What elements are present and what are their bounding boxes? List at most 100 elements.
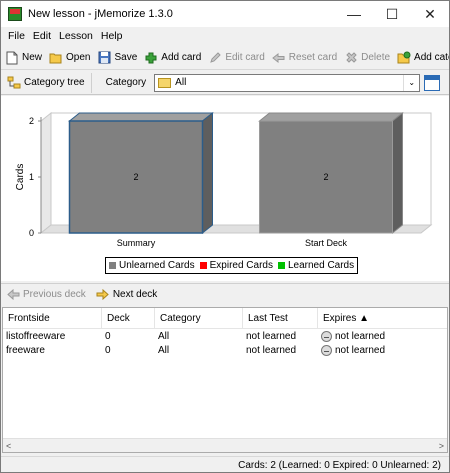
menu-bar: File Edit Lesson Help: [1, 27, 449, 45]
reset-card-label: Reset card: [288, 52, 338, 63]
scroll-right-arrow[interactable]: >: [439, 441, 444, 451]
reset-arrow-icon: [272, 51, 286, 65]
cell-deck: 0: [105, 344, 111, 356]
edit-card-label: Edit card: [225, 52, 265, 63]
window-title: New lesson - jMemorize 1.3.0: [28, 8, 173, 20]
card-table: Frontside Deck Category Last Test Expire…: [2, 307, 448, 453]
legend-item-expired: Expired Cards: [199, 260, 273, 271]
column-header-frontside[interactable]: Frontside: [3, 308, 102, 329]
bar-top: [258, 112, 404, 122]
menu-lesson[interactable]: Lesson: [55, 30, 97, 42]
close-button[interactable]: ✕: [411, 1, 449, 27]
plus-icon: [144, 51, 158, 65]
legend-item-unlearned: Unlearned Cards: [109, 260, 195, 271]
tree-icon: [7, 76, 21, 90]
delete-button[interactable]: Delete: [344, 51, 390, 65]
category-label: Category: [105, 77, 147, 88]
cell-last-test: not learned: [246, 330, 297, 342]
new-button[interactable]: New: [5, 51, 42, 65]
open-folder-icon: [49, 51, 63, 65]
legend-swatch-unlearned: [109, 262, 116, 269]
cell-last-test: not learned: [246, 344, 297, 356]
column-header-expires[interactable]: Expires ▲: [318, 308, 447, 329]
add-card-button[interactable]: Add card: [144, 51, 201, 65]
scroll-left-arrow[interactable]: <: [6, 441, 11, 451]
cell-category: All: [158, 330, 170, 342]
app-icon: [8, 7, 22, 21]
category-selected-value: All: [175, 77, 187, 88]
horizontal-scrollbar[interactable]: < >: [3, 438, 447, 452]
legend-swatch-learned: [277, 262, 285, 269]
cell-frontside: listoffreeware: [6, 330, 66, 342]
delete-label: Delete: [361, 52, 391, 63]
y-tick-label: 2: [29, 116, 34, 126]
title-bar: New lesson - jMemorize 1.3.0 — ☐ ✕: [1, 1, 449, 27]
cell-expires-text: not learned: [335, 344, 386, 356]
previous-deck-label: Previous deck: [23, 289, 86, 300]
bar-side: [202, 111, 213, 235]
column-header-last-test[interactable]: Last Test: [243, 308, 318, 329]
save-button[interactable]: Save: [97, 51, 137, 65]
chart-legend: Unlearned Cards Expired Cards Learned Ca…: [105, 257, 359, 274]
category-tree-label: Category tree: [24, 77, 85, 88]
deck-chart: 0 1 2 Cards 2 Summary 2 Start Deck: [15, 111, 433, 248]
bar-data-label: 2: [133, 172, 138, 182]
y-tick-label: 0: [29, 228, 34, 238]
delete-x-icon: [344, 51, 358, 65]
column-header-deck[interactable]: Deck: [102, 308, 155, 329]
arrow-left-icon: [6, 288, 20, 302]
cell-expires: not learned: [318, 343, 447, 357]
add-category-button[interactable]: Add category: [397, 51, 449, 65]
legend-item-learned: Learned Cards: [277, 260, 355, 271]
new-file-icon: [5, 51, 19, 65]
menu-help[interactable]: Help: [97, 30, 127, 42]
chevron-down-icon[interactable]: ⌄: [403, 74, 419, 91]
deck-navigation: Previous deck Next deck: [1, 283, 449, 305]
reset-card-button[interactable]: Reset card: [272, 51, 337, 65]
bar-data-label: 2: [323, 172, 328, 182]
previous-deck-button[interactable]: Previous deck: [6, 288, 86, 302]
category-tree-button[interactable]: Category tree: [5, 72, 92, 93]
open-label: Open: [66, 52, 91, 63]
edit-card-button[interactable]: Edit card: [208, 51, 265, 65]
folder-icon: [158, 77, 172, 88]
table-row[interactable]: listoffreeware 0 All not learned not lea…: [3, 329, 447, 343]
legend-label-learned: Learned Cards: [287, 260, 355, 271]
status-text: Cards: 2 (Learned: 0 Expired: 0 Unlearne…: [238, 459, 441, 471]
chart-panel: 0 1 2 Cards 2 Summary 2 Start Deck: [1, 96, 449, 281]
menu-edit[interactable]: Edit: [29, 30, 55, 42]
minimize-button[interactable]: —: [335, 1, 373, 27]
legend-label-expired: Expired Cards: [209, 260, 273, 271]
window-layout-button[interactable]: [424, 74, 441, 91]
neutral-face-icon: [321, 344, 332, 356]
y-tick-label: 1: [29, 172, 34, 182]
open-button[interactable]: Open: [49, 51, 90, 65]
category-select[interactable]: All ⌄: [154, 73, 421, 92]
next-deck-button[interactable]: Next deck: [96, 288, 157, 302]
menu-file[interactable]: File: [4, 30, 29, 42]
bar-top: [68, 112, 214, 122]
add-card-label: Add card: [161, 52, 202, 63]
x-category-label: Summary: [117, 238, 156, 248]
cell-expires-text: not learned: [335, 330, 386, 342]
table-header: Frontside Deck Category Last Test Expire…: [3, 308, 447, 329]
bar-side: [392, 111, 403, 235]
table-row[interactable]: freeware 0 All not learned not learned: [3, 343, 447, 357]
toolbar: New Open Save Add card Edit card Reset c…: [1, 46, 449, 70]
save-label: Save: [114, 52, 138, 63]
window-controls: — ☐ ✕: [335, 1, 449, 27]
arrow-right-icon: [96, 288, 110, 302]
save-disk-icon: [97, 51, 111, 65]
add-category-icon: [397, 51, 411, 65]
maximize-button[interactable]: ☐: [373, 1, 411, 27]
status-bar: Cards: 2 (Learned: 0 Expired: 0 Unlearne…: [1, 456, 449, 473]
app-window: New lesson - jMemorize 1.3.0 — ☐ ✕ File …: [0, 0, 450, 473]
legend-label-unlearned: Unlearned Cards: [119, 260, 195, 271]
cell-category: All: [158, 344, 170, 356]
add-category-label: Add category: [414, 52, 449, 63]
cell-expires: not learned: [318, 329, 447, 343]
y-axis-label: Cards: [15, 164, 26, 191]
chart-side-wall: [40, 111, 52, 235]
x-category-label: Start Deck: [305, 238, 348, 248]
column-header-category[interactable]: Category: [155, 308, 243, 329]
